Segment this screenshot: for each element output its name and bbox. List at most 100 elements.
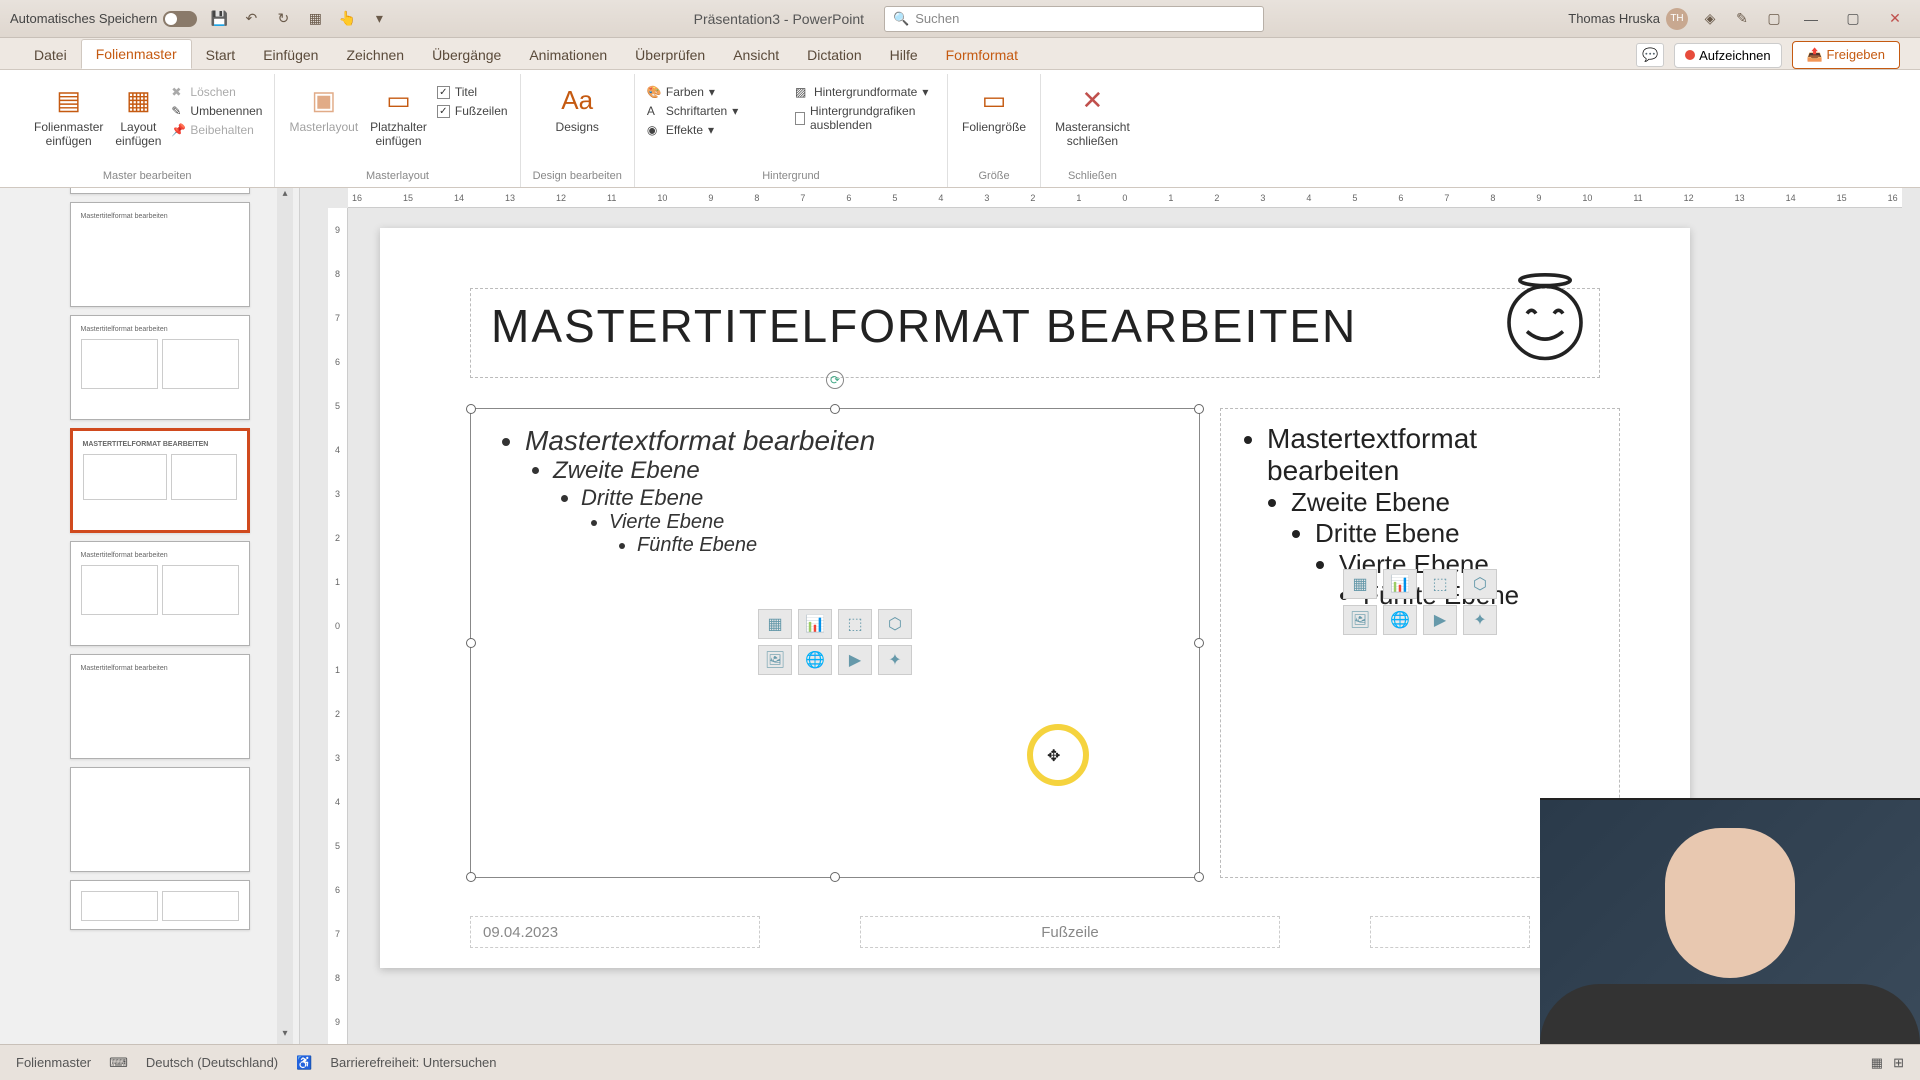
layout-thumbnail[interactable]: Mastertitelformat bearbeiten <box>70 315 250 420</box>
resize-handle[interactable] <box>830 872 840 882</box>
smiley-icon <box>1500 273 1590 363</box>
minimize-button[interactable]: — <box>1796 4 1826 34</box>
diamond-icon[interactable]: ◈ <box>1700 9 1720 29</box>
tab-zeichnen[interactable]: Zeichnen <box>332 41 418 69</box>
tab-datei[interactable]: Datei <box>20 41 81 69</box>
comments-button[interactable]: 💬 <box>1636 43 1664 67</box>
status-language[interactable]: Deutsch (Deutschland) <box>146 1055 278 1070</box>
insert-icon-icon[interactable]: ✦ <box>1463 605 1497 635</box>
qat-more-icon[interactable]: ▾ <box>369 9 389 29</box>
tab-ueberpruefen[interactable]: Überprüfen <box>621 41 719 69</box>
placeholder-button[interactable]: ▭Platzhalter einfügen <box>368 80 429 150</box>
insert-slidemaster-button[interactable]: ▤Folienmaster einfügen <box>32 80 105 150</box>
title-placeholder[interactable]: MASTERTITELFORMAT BEARBEITEN <box>470 288 1600 378</box>
record-button[interactable]: Aufzeichnen <box>1674 43 1782 68</box>
footer-text-placeholder[interactable]: Fußzeile <box>860 916 1280 948</box>
bullet-l2: Zweite Ebene <box>1291 487 1597 518</box>
undo-icon[interactable]: ↶ <box>241 9 261 29</box>
tab-einfuegen[interactable]: Einfügen <box>249 41 332 69</box>
fonts-button[interactable]: ASchriftarten ▾ <box>647 103 738 119</box>
tab-dictation[interactable]: Dictation <box>793 41 875 69</box>
insert-picture-icon[interactable]: 🖼 <box>1343 605 1377 635</box>
footer-checkbox[interactable]: Fußzeilen <box>437 103 508 119</box>
insert-table-icon[interactable]: ▦ <box>758 609 792 639</box>
insert-video-icon[interactable]: ▶ <box>1423 605 1457 635</box>
slidesize-button[interactable]: ▭Foliengröße <box>960 80 1028 136</box>
tab-ansicht[interactable]: Ansicht <box>719 41 793 69</box>
resize-handle[interactable] <box>1194 872 1204 882</box>
resize-handle[interactable] <box>1194 404 1204 414</box>
resize-handle[interactable] <box>1194 638 1204 648</box>
rename-button[interactable]: ✎Umbenennen <box>171 103 262 119</box>
slideshow-icon[interactable]: ▦ <box>305 9 325 29</box>
window-icon[interactable]: ▢ <box>1764 9 1784 29</box>
resize-handle[interactable] <box>466 638 476 648</box>
insert-video-icon[interactable]: ▶ <box>838 645 872 675</box>
content-placeholder-left[interactable]: ⟳ Mastertextformat bearbeiten Zweite Ebe… <box>470 408 1200 878</box>
insert-3d-icon[interactable]: ⬡ <box>878 609 912 639</box>
hidebg-checkbox[interactable]: Hintergrundgrafiken ausblenden <box>795 103 935 133</box>
delete-icon: ✖ <box>171 85 185 99</box>
slide[interactable]: MASTERTITELFORMAT BEARBEITEN ⟳ Mastertex… <box>380 228 1690 968</box>
status-accessibility[interactable]: Barrierefreiheit: Untersuchen <box>330 1055 496 1070</box>
masterlayout-button[interactable]: ▣Masterlayout <box>287 80 360 136</box>
footer-number-placeholder[interactable] <box>1370 916 1530 948</box>
layout-thumbnail[interactable]: Mastertitelformat bearbeiten <box>70 202 250 307</box>
resize-handle[interactable] <box>466 404 476 414</box>
tab-folienmaster[interactable]: Folienmaster <box>81 39 192 69</box>
insert-3d-icon[interactable]: ⬡ <box>1463 569 1497 599</box>
layout-thumbnail[interactable]: Mastertitelformat bearbeiten <box>70 541 250 646</box>
rotate-handle[interactable]: ⟳ <box>826 371 844 389</box>
user-name: Thomas Hruska <box>1568 11 1660 26</box>
colors-button[interactable]: 🎨Farben ▾ <box>647 84 715 100</box>
autosave-label: Automatisches Speichern <box>10 11 157 26</box>
close-master-button[interactable]: ✕Masteransicht schließen <box>1053 80 1132 150</box>
layout-thumbnail-selected[interactable]: MASTERTITELFORMAT BEARBEITEN <box>70 428 250 533</box>
view-normal-icon[interactable]: ▦ <box>1871 1055 1883 1071</box>
thumbnail-scrollbar[interactable]: ▴▾ <box>277 188 293 1044</box>
bgformats-button[interactable]: ▨Hintergrundformate ▾ <box>795 84 928 100</box>
insert-smartart-icon[interactable]: ⬚ <box>1423 569 1457 599</box>
pen-icon[interactable]: ✎ <box>1732 9 1752 29</box>
search-input[interactable]: 🔍 Suchen <box>884 6 1264 32</box>
layout-thumbnail[interactable] <box>70 767 250 872</box>
footer-date-placeholder[interactable]: 09.04.2023 <box>470 916 760 948</box>
insert-chart-icon[interactable]: 📊 <box>798 609 832 639</box>
share-label: Freigeben <box>1826 47 1885 62</box>
touch-icon[interactable]: 👆 <box>337 9 357 29</box>
tab-animationen[interactable]: Animationen <box>515 41 621 69</box>
insert-picture-icon[interactable]: 🖼 <box>758 645 792 675</box>
designs-button[interactable]: AaDesigns <box>554 80 601 136</box>
insert-layout-button[interactable]: ▦Layout einfügen <box>113 80 163 150</box>
search-icon: 🔍 <box>893 11 909 27</box>
toggle-switch[interactable] <box>163 11 197 27</box>
maximize-button[interactable]: ▢ <box>1838 4 1868 34</box>
save-icon[interactable]: 💾 <box>209 9 229 29</box>
insert-icon-icon[interactable]: ✦ <box>878 645 912 675</box>
move-cursor-icon: ✥ <box>1047 746 1060 766</box>
insert-chart-icon[interactable]: 📊 <box>1383 569 1417 599</box>
tab-uebergaenge[interactable]: Übergänge <box>418 41 515 69</box>
layout-thumbnail[interactable]: Mastertitelformat bearbeiten <box>70 654 250 759</box>
insert-smartart-icon[interactable]: ⬚ <box>838 609 872 639</box>
insert-online-picture-icon[interactable]: 🌐 <box>798 645 832 675</box>
close-button[interactable]: ✕ <box>1880 4 1910 34</box>
resize-handle[interactable] <box>830 404 840 414</box>
tab-start[interactable]: Start <box>192 41 250 69</box>
view-sorter-icon[interactable]: ⊞ <box>1893 1055 1904 1071</box>
insert-online-picture-icon[interactable]: 🌐 <box>1383 605 1417 635</box>
insert-table-icon[interactable]: ▦ <box>1343 569 1377 599</box>
layout-thumbnail[interactable] <box>70 188 250 194</box>
tab-formformat[interactable]: Formformat <box>932 41 1032 69</box>
status-lang-icon[interactable]: ⌨ <box>109 1055 128 1071</box>
layout-thumbnail[interactable] <box>70 880 250 930</box>
redo-icon[interactable]: ↻ <box>273 9 293 29</box>
resize-handle[interactable] <box>466 872 476 882</box>
effects-button[interactable]: ◉Effekte ▾ <box>647 122 714 138</box>
tab-hilfe[interactable]: Hilfe <box>876 41 932 69</box>
share-button[interactable]: 📤 Freigeben <box>1792 41 1900 69</box>
account-button[interactable]: Thomas Hruska TH <box>1568 8 1688 30</box>
title-checkbox[interactable]: Titel <box>437 84 477 100</box>
autosave-toggle[interactable]: Automatisches Speichern <box>10 11 197 27</box>
accessibility-icon[interactable]: ♿ <box>296 1055 312 1071</box>
